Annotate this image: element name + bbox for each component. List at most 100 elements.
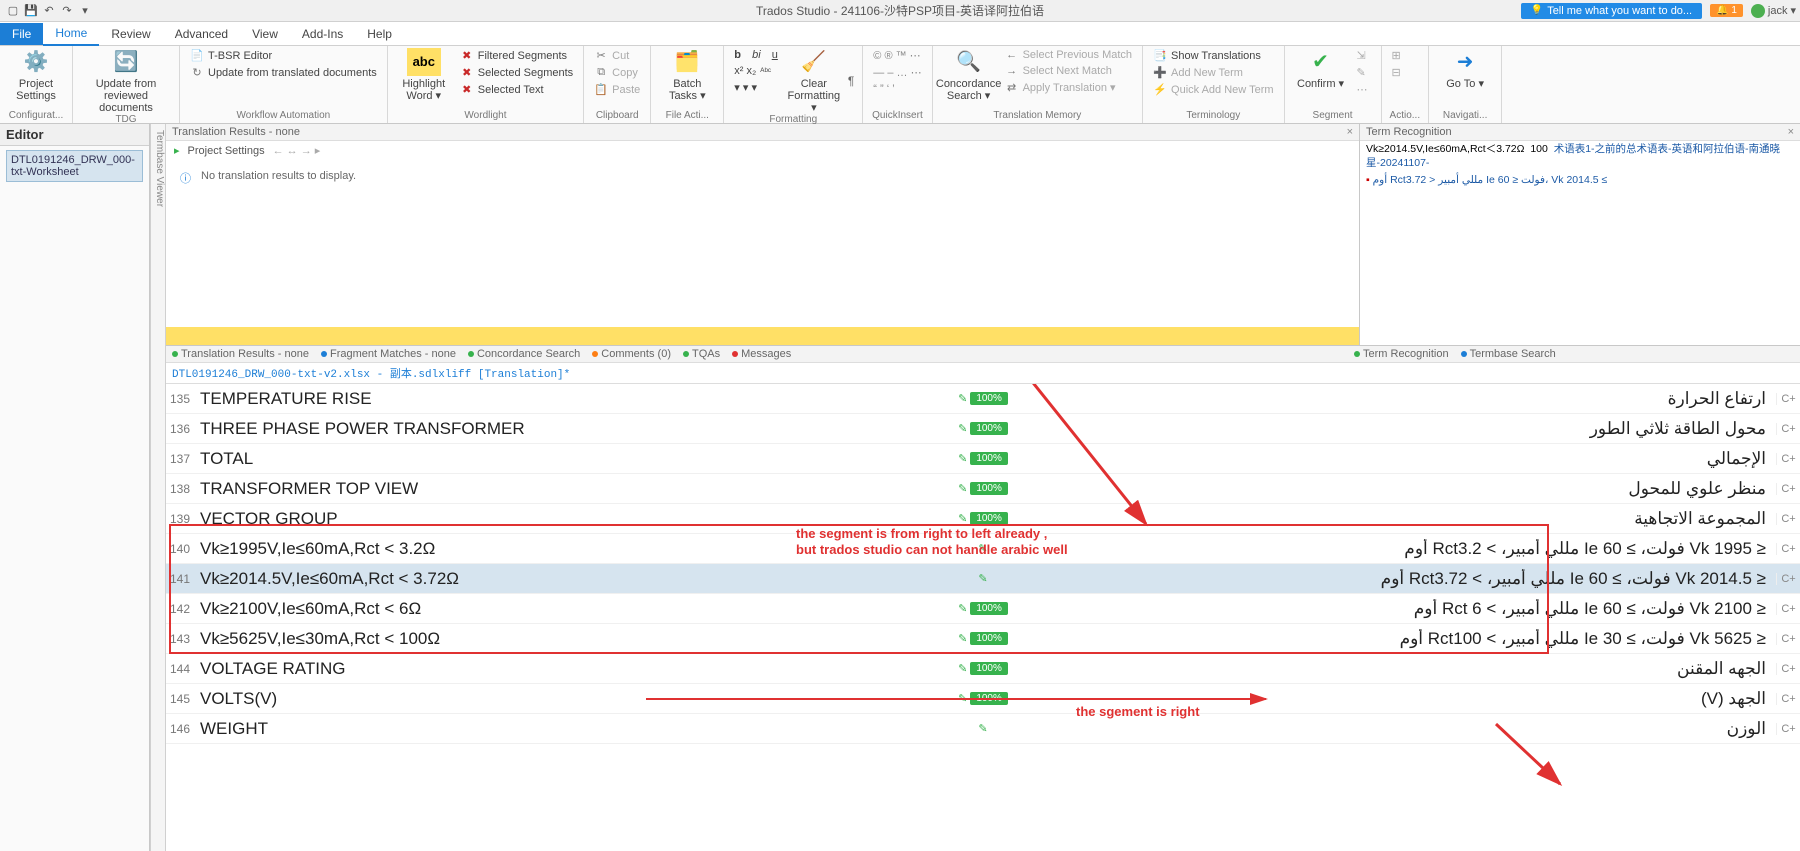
target-text[interactable]: محول الطاقة ثلاثي الطور — [1019, 419, 1776, 439]
target-text[interactable]: الوزن — [1019, 719, 1776, 739]
tab-review[interactable]: Review — [99, 23, 162, 45]
formatting-row1[interactable]: b bi u — [732, 48, 780, 62]
source-text[interactable]: THREE PHASE POWER TRANSFORMER — [196, 419, 947, 439]
segment-row[interactable]: 145VOLTS(V)✎100%الجهد (V)C+ — [166, 684, 1800, 714]
formatting-row3[interactable]: ▾ ▾ ▾ — [732, 80, 780, 95]
action-icon[interactable]: ⊟ — [1390, 65, 1420, 80]
quickinsert-row[interactable]: © ® ™ ⋯ — [871, 48, 923, 63]
tbsr-editor-button[interactable]: 📄T-BSR Editor — [188, 48, 379, 63]
tab-advanced[interactable]: Advanced — [163, 23, 240, 45]
paste-button[interactable]: 📋Paste — [592, 82, 642, 97]
tab-addins[interactable]: Add-Ins — [290, 23, 355, 45]
cut-button[interactable]: ✂Cut — [592, 48, 642, 63]
batch-tasks-button[interactable]: 🗂️Batch Tasks ▾ — [659, 48, 715, 102]
segment-row[interactable]: 137TOTAL✎100%الإجماليC+ — [166, 444, 1800, 474]
select-next-match-button[interactable]: →Select Next Match — [1003, 64, 1134, 78]
seg-opt-icon[interactable]: ✎ — [1355, 65, 1373, 80]
seg-opt-icon[interactable]: ⇲ — [1355, 48, 1373, 63]
tab-home[interactable]: Home — [43, 22, 99, 46]
filtered-segments-button[interactable]: ✖Filtered Segments — [458, 48, 575, 63]
quick-add-term-button[interactable]: ⚡Quick Add New Term — [1151, 82, 1276, 97]
close-icon[interactable]: × — [1788, 126, 1794, 138]
segment-row[interactable]: 144VOLTAGE RATING✎100%الجهه المقننC+ — [166, 654, 1800, 684]
copy-button[interactable]: ⧉Copy — [592, 65, 642, 80]
tab-file[interactable]: File — [0, 23, 43, 45]
qat-icon[interactable]: ▢ — [6, 4, 20, 18]
tab-tqas[interactable]: TQAs — [683, 348, 720, 360]
target-text[interactable]: ارتفاع الحرارة — [1019, 389, 1776, 409]
project-settings-link[interactable]: Project Settings — [188, 145, 265, 157]
source-text[interactable]: TEMPERATURE RISE — [196, 389, 947, 409]
selected-segments-button[interactable]: ✖Selected Segments — [458, 65, 575, 80]
source-text[interactable]: VOLTS(V) — [196, 689, 947, 709]
tell-me-search[interactable]: Tell me what you want to do... — [1521, 3, 1702, 19]
segment-row[interactable]: 139VECTOR GROUP✎100%المجموعة الاتجاهيةC+ — [166, 504, 1800, 534]
segment-row[interactable]: 136THREE PHASE POWER TRANSFORMER✎100%محو… — [166, 414, 1800, 444]
target-text[interactable]: ≤ 1995 Vk فولت، ≥ Ie 60 مللي أمبير، > Rc… — [1019, 539, 1776, 559]
tab-fragment-matches[interactable]: Fragment Matches - none — [321, 348, 456, 360]
source-text[interactable]: VOLTAGE RATING — [196, 659, 947, 679]
segment-row[interactable]: 142Vk≥2100V,Ie≤60mA,Rct < 6Ω✎100%≤ 2100 … — [166, 594, 1800, 624]
clear-formatting-button[interactable]: 🧹Clear Formatting ▾ — [786, 48, 842, 114]
segment-row[interactable]: 135TEMPERATURE RISE✎100%ارتفاع الحرارةC+ — [166, 384, 1800, 414]
segment-row[interactable]: 146WEIGHT✎الوزنC+ — [166, 714, 1800, 744]
segment-row[interactable]: 141Vk≥2014.5V,Ie≤60mA,Rct < 3.72Ω✎≤ 2014… — [166, 564, 1800, 594]
target-text[interactable]: ≤ 2100 Vk فولت، ≥ Ie 60 مللي أمبير، > Rc… — [1019, 599, 1776, 619]
source-text[interactable]: TRANSFORMER TOP VIEW — [196, 479, 947, 499]
seg-opt-icon[interactable]: ⋯ — [1355, 82, 1373, 97]
pencil-icon: ✎ — [958, 602, 967, 615]
update-from-reviewed-button[interactable]: 🔄Update from reviewed documents — [81, 48, 171, 114]
source-text[interactable]: TOTAL — [196, 449, 947, 469]
update-translated-button[interactable]: ↻Update from translated documents — [188, 65, 379, 80]
source-text[interactable]: Vk≥2014.5V,Ie≤60mA,Rct < 3.72Ω — [196, 569, 947, 589]
action-icon[interactable]: ⊞ — [1390, 48, 1420, 63]
concordance-button[interactable]: 🔍Concordance Search ▾ — [941, 48, 997, 102]
pilcrow-icon[interactable]: ¶ — [848, 74, 854, 88]
quickinsert-row[interactable]: — – … ⋯ — [871, 65, 923, 80]
show-translations-button[interactable]: 📑Show Translations — [1151, 48, 1276, 63]
source-text[interactable]: Vk≥5625V,Ie≤30mA,Rct < 100Ω — [196, 629, 947, 649]
qat-dropdown-icon[interactable]: ▾ — [78, 4, 92, 18]
select-prev-match-button[interactable]: ←Select Previous Match — [1003, 48, 1134, 62]
save-icon[interactable]: 💾 — [24, 4, 38, 18]
tab-comments[interactable]: Comments (0) — [592, 348, 671, 360]
source-text[interactable]: VECTOR GROUP — [196, 509, 947, 529]
redo-icon[interactable]: ↷ — [60, 4, 74, 18]
target-text[interactable]: الإجمالي — [1019, 449, 1776, 469]
tab-view[interactable]: View — [240, 23, 290, 45]
tab-messages[interactable]: Messages — [732, 348, 791, 360]
close-icon[interactable]: × — [1347, 126, 1353, 138]
add-new-term-button[interactable]: ➕Add New Term — [1151, 65, 1276, 80]
tab-term-recognition[interactable]: Term Recognition — [1354, 348, 1449, 360]
confirm-button[interactable]: ✔Confirm ▾ — [1293, 48, 1349, 90]
project-settings-button[interactable]: ⚙️Project Settings — [8, 48, 64, 102]
target-text[interactable]: المجموعة الاتجاهية — [1019, 509, 1776, 529]
segment-row[interactable]: 143Vk≥5625V,Ie≤30mA,Rct < 100Ω✎100%≤ 562… — [166, 624, 1800, 654]
source-text[interactable]: WEIGHT — [196, 719, 947, 739]
target-text[interactable]: الجهد (V) — [1019, 689, 1776, 709]
source-text[interactable]: Vk≥2100V,Ie≤60mA,Rct < 6Ω — [196, 599, 947, 619]
goto-button[interactable]: ➜Go To ▾ — [1437, 48, 1493, 90]
tab-help[interactable]: Help — [355, 23, 404, 45]
tab-termbase-search[interactable]: Termbase Search — [1461, 348, 1556, 360]
formatting-row2[interactable]: x² x₂ ᴬᵇᶜ — [732, 64, 780, 78]
tab-translation-results[interactable]: Translation Results - none — [172, 348, 309, 360]
quickinsert-row[interactable]: “ ” ‘ ’ — [871, 82, 923, 96]
source-text[interactable]: Vk≥1995V,Ie≤60mA,Rct < 3.2Ω — [196, 539, 947, 559]
highlight-word-button[interactable]: abcHighlight Word ▾ — [396, 48, 452, 102]
target-text[interactable]: الجهه المقنن — [1019, 659, 1776, 679]
target-text[interactable]: منظر علوي للمحول — [1019, 479, 1776, 499]
document-item[interactable]: DTL0191246_DRW_000-txt-Worksheet — [6, 150, 143, 182]
target-text[interactable]: ≤ 5625 Vk فولت، ≥ Ie 30 مللي أمبير، > Rc… — [1019, 629, 1776, 649]
file-tab[interactable]: DTL0191246_DRW_000-txt-v2.xlsx - 副本.sdlx… — [166, 363, 1800, 384]
segment-row[interactable]: 140Vk≥1995V,Ie≤60mA,Rct < 3.2Ω✎≤ 1995 Vk… — [166, 534, 1800, 564]
notification-badge[interactable]: 🔔 1 — [1710, 4, 1743, 17]
termbase-viewer-tab[interactable]: Termbase Viewer — [150, 124, 166, 851]
segment-row[interactable]: 138TRANSFORMER TOP VIEW✎100%منظر علوي لل… — [166, 474, 1800, 504]
tab-concordance[interactable]: Concordance Search — [468, 348, 580, 360]
apply-translation-button[interactable]: ⇄Apply Translation ▾ — [1003, 80, 1134, 95]
user-menu[interactable]: jack ▾ — [1751, 4, 1796, 18]
selected-text-button[interactable]: ✖Selected Text — [458, 82, 575, 97]
target-text[interactable]: ≤ 2014.5 Vk فولت، ≥ Ie 60 مللي أمبير، > … — [1019, 569, 1776, 589]
undo-icon[interactable]: ↶ — [42, 4, 56, 18]
